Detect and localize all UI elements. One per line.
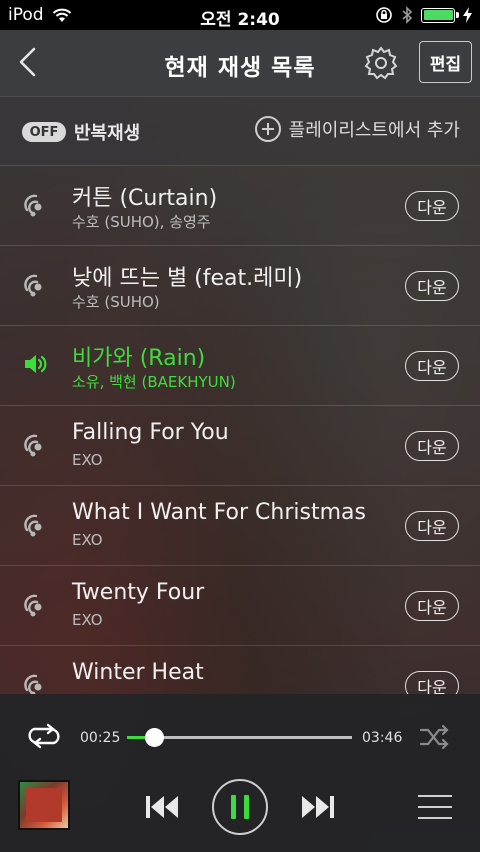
menu-icon-line: [418, 806, 452, 808]
track-title: 커튼 (Curtain): [72, 186, 218, 211]
charging-icon: [463, 7, 472, 23]
gear-icon: [364, 46, 398, 80]
download-button[interactable]: 다운: [405, 511, 459, 541]
track-row[interactable]: 커튼 (Curtain) 수호 (SUHO), 송영주 다운: [0, 166, 480, 246]
previous-button[interactable]: [143, 791, 181, 823]
track-artist: EXO: [72, 531, 103, 549]
pause-icon: [231, 795, 236, 819]
music-note-icon: [24, 594, 42, 617]
track-title: Winter Heat: [72, 660, 204, 685]
add-from-playlist-label: 플레이리스트에서 추가: [288, 120, 460, 141]
battery-icon: [421, 7, 459, 23]
shuffle-button[interactable]: [419, 724, 451, 750]
battery-fill: [423, 10, 453, 20]
skip-next-icon: [302, 796, 334, 818]
music-note-icon: [24, 274, 42, 297]
page-title: 현재 재생 목록: [164, 55, 316, 81]
track-title: What I Want For Christmas: [72, 500, 366, 525]
track-artist: EXO: [72, 451, 103, 469]
player-controls: 00:25 03:46: [0, 694, 480, 852]
track-row[interactable]: Twenty Four EXO 다운: [0, 566, 480, 646]
track-title: 낮에 뜨는 별 (feat.레미): [72, 266, 303, 291]
menu-button[interactable]: [418, 795, 452, 821]
rotation-lock-icon: [376, 7, 392, 23]
music-note-icon: [24, 194, 42, 217]
track-row[interactable]: Falling For You EXO 다운: [0, 406, 480, 486]
track-artist: 소유, 백현 (BAEKHYUN): [72, 373, 236, 391]
track-title: Twenty Four: [72, 580, 205, 605]
pause-button[interactable]: [212, 779, 268, 835]
speaker-icon: [25, 355, 47, 373]
seek-knob[interactable]: [145, 728, 164, 747]
status-right: [375, 6, 472, 24]
music-note-icon: [24, 674, 42, 694]
repeat-add-row: OFF 반복재생 플레이리스트에서 추가: [0, 97, 480, 166]
next-button[interactable]: [299, 791, 337, 823]
shuffle-icon: [419, 724, 449, 750]
download-button[interactable]: 다운: [405, 191, 459, 221]
menu-icon: [418, 795, 452, 797]
track-artist: 수호 (SUHO), 송영주: [72, 213, 211, 231]
add-from-playlist-button[interactable]: 플레이리스트에서 추가: [254, 116, 460, 142]
download-button[interactable]: 다운: [405, 591, 459, 621]
track-status-icon: [22, 430, 50, 458]
track-row[interactable]: 낮에 뜨는 별 (feat.레미) 수호 (SUHO) 다운: [0, 246, 480, 326]
download-button[interactable]: 다운: [405, 271, 459, 301]
track-status-icon: [22, 270, 50, 298]
track-title: 비가와 (Rain): [72, 346, 206, 371]
current-time: 00:25: [80, 730, 121, 746]
download-button[interactable]: 다운: [405, 351, 459, 381]
header: 현재 재생 목록 편집: [0, 30, 480, 97]
repeat-toggle[interactable]: OFF: [22, 122, 66, 142]
album-art[interactable]: [18, 780, 70, 830]
bluetooth-icon: [402, 6, 413, 24]
track-artist: 수호 (SUHO): [72, 293, 160, 311]
track-title: Falling For You: [72, 420, 229, 445]
repeat-label: 반복재생: [74, 123, 141, 144]
total-time: 03:46: [362, 730, 403, 746]
track-row[interactable]: Winter HeatEXO다운: [0, 646, 480, 694]
playlist: 커튼 (Curtain) 수호 (SUHO), 송영주 다운 낮에 뜨는 별 (fea…: [0, 166, 480, 694]
album-art-inner: [26, 788, 62, 822]
skip-previous-icon: [146, 796, 178, 818]
settings-button[interactable]: [362, 44, 400, 82]
download-button[interactable]: 다운: [405, 671, 459, 694]
music-note-icon: [24, 514, 42, 537]
track-status-icon: [22, 510, 50, 538]
menu-icon-line: [418, 817, 452, 819]
track-artist: EXO: [72, 611, 103, 629]
track-status-icon: [22, 350, 50, 378]
edit-button[interactable]: 편집: [419, 41, 472, 83]
track-row[interactable]: What I Want For Christmas EXO 다운: [0, 486, 480, 566]
plus-circle-icon: [254, 116, 281, 142]
status-bar: iPod 오전 2:40: [0, 0, 480, 30]
music-note-icon: [24, 434, 42, 457]
repeat-button[interactable]: [26, 722, 62, 750]
pause-icon-bar: [244, 795, 249, 819]
track-status-icon: [22, 190, 50, 218]
seek-bar[interactable]: [127, 728, 352, 747]
track-status-icon: [22, 590, 50, 618]
repeat-icon: [28, 723, 60, 749]
track-row[interactable]: 비가와 (Rain) 소유, 백현 (BAEKHYUN) 다운: [0, 326, 480, 406]
track-status-icon: [22, 670, 50, 694]
download-button[interactable]: 다운: [405, 431, 459, 461]
